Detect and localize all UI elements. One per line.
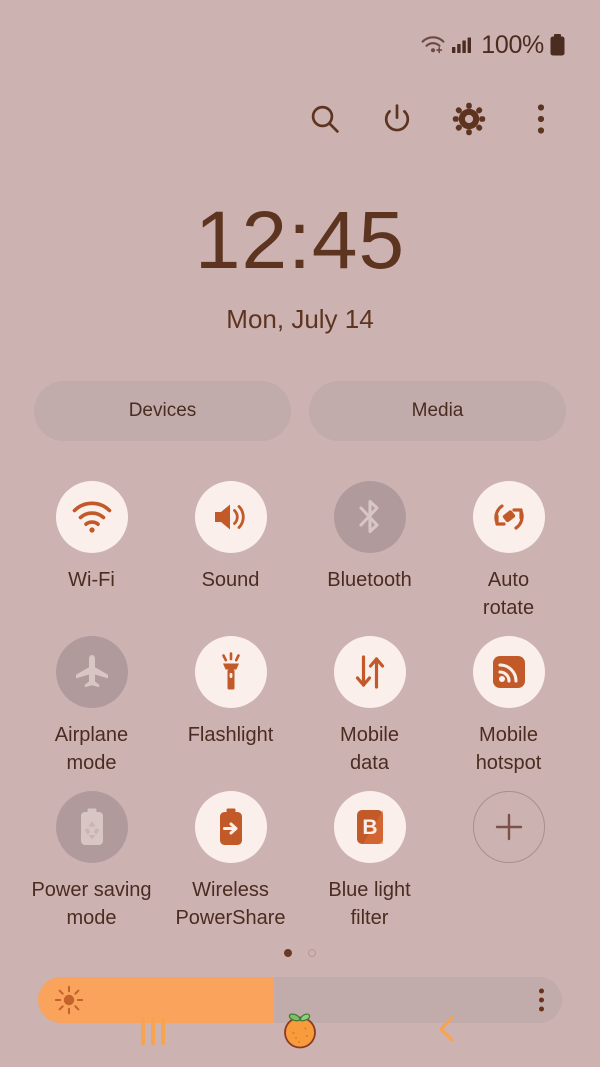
toggle-bluetooth[interactable]: Bluetooth	[300, 473, 439, 622]
panel-shortcut-row: Devices Media	[0, 381, 600, 441]
toggle-wireless-powershare[interactable]: Wireless PowerShare	[161, 783, 300, 932]
cellular-signal-icon	[450, 34, 472, 56]
plus-icon	[472, 791, 545, 864]
search-icon	[308, 102, 342, 141]
mobile-data-icon	[333, 636, 406, 709]
toggle-label: Wi-Fi	[68, 569, 115, 591]
search-button[interactable]	[304, 100, 346, 142]
orange-fruit-home-icon	[277, 1006, 323, 1057]
svg-text:B: B	[362, 816, 377, 839]
toggle-label: Sound	[201, 569, 260, 591]
clock-time: 12:45	[194, 195, 406, 286]
quick-settings-grid: Wi-Fi Sound Bluetooth Auto rotate Airpla…	[0, 473, 600, 933]
battery-percent-label: 100%	[481, 30, 544, 59]
flashlight-icon	[194, 636, 267, 709]
quick-action-row	[0, 90, 600, 152]
toggle-label: Mobile data	[340, 724, 399, 774]
toggle-label: Bluetooth	[327, 569, 412, 591]
toggle-label: Mobile hotspot	[475, 724, 542, 774]
three-dot-menu-icon	[539, 1006, 544, 1012]
power-button[interactable]	[376, 100, 418, 142]
media-button[interactable]: Media	[309, 381, 566, 441]
clock-block[interactable]: 12:45 Mon, July 14	[0, 200, 600, 335]
home-button[interactable]	[268, 1005, 332, 1057]
wifi-icon	[55, 481, 128, 553]
toggle-blue-light-filter[interactable]: B Blue light filter	[300, 783, 439, 932]
page-indicator	[0, 947, 600, 959]
power-icon	[380, 102, 414, 141]
toggle-wi-fi[interactable]: Wi-Fi	[22, 473, 161, 622]
battery-saver-icon	[55, 791, 128, 864]
powershare-icon	[194, 791, 267, 864]
toggle-label: Flashlight	[187, 724, 274, 747]
toggle-label: Power saving mode	[31, 879, 152, 929]
settings-button[interactable]	[448, 100, 490, 142]
wifi-transfer-icon	[420, 34, 446, 56]
back-button[interactable]	[415, 1005, 479, 1057]
battery-full-icon	[549, 33, 566, 57]
toggle-mobile-data[interactable]: Mobile data	[300, 628, 439, 777]
toggle-add[interactable]	[439, 783, 578, 932]
gear-icon	[452, 102, 486, 141]
volume-icon	[194, 481, 267, 553]
toggle-label: Auto rotate	[482, 569, 535, 619]
brightness-sun-icon	[54, 985, 84, 1015]
auto-rotate-icon	[472, 481, 545, 553]
more-options-button[interactable]	[520, 100, 562, 142]
three-dot-menu-icon	[536, 103, 546, 140]
page-dot-2[interactable]	[308, 948, 316, 957]
navigation-bar	[0, 995, 600, 1067]
toggle-sound[interactable]: Sound	[161, 473, 300, 622]
recents-button[interactable]	[121, 1005, 185, 1057]
toggle-label: Blue light filter	[328, 879, 411, 929]
toggle-flashlight[interactable]: Flashlight	[161, 628, 300, 777]
toggle-label: Airplane mode	[54, 724, 129, 774]
recents-icon	[141, 1017, 166, 1045]
toggle-power-saving-mode[interactable]: Power saving mode	[22, 783, 161, 932]
three-dot-menu-icon	[539, 988, 544, 994]
clock-date: Mon, July 14	[226, 304, 374, 334]
toggle-auto-rotate[interactable]: Auto rotate	[439, 473, 578, 622]
chevron-left-icon	[434, 1013, 460, 1050]
devices-button[interactable]: Devices	[34, 381, 291, 441]
status-bar: 100%	[0, 0, 600, 90]
toggle-label: Wireless PowerShare	[175, 879, 286, 929]
toggle-airplane-mode[interactable]: Airplane mode	[22, 628, 161, 777]
toggle-mobile-hotspot[interactable]: Mobile hotspot	[439, 628, 578, 777]
page-dot-1[interactable]	[284, 948, 292, 957]
blue-light-icon: B	[333, 791, 406, 864]
brightness-options-button[interactable]	[539, 988, 544, 1012]
three-dot-menu-icon	[539, 997, 544, 1003]
hotspot-icon	[472, 636, 545, 709]
bluetooth-icon	[333, 481, 406, 553]
airplane-icon	[55, 636, 128, 709]
